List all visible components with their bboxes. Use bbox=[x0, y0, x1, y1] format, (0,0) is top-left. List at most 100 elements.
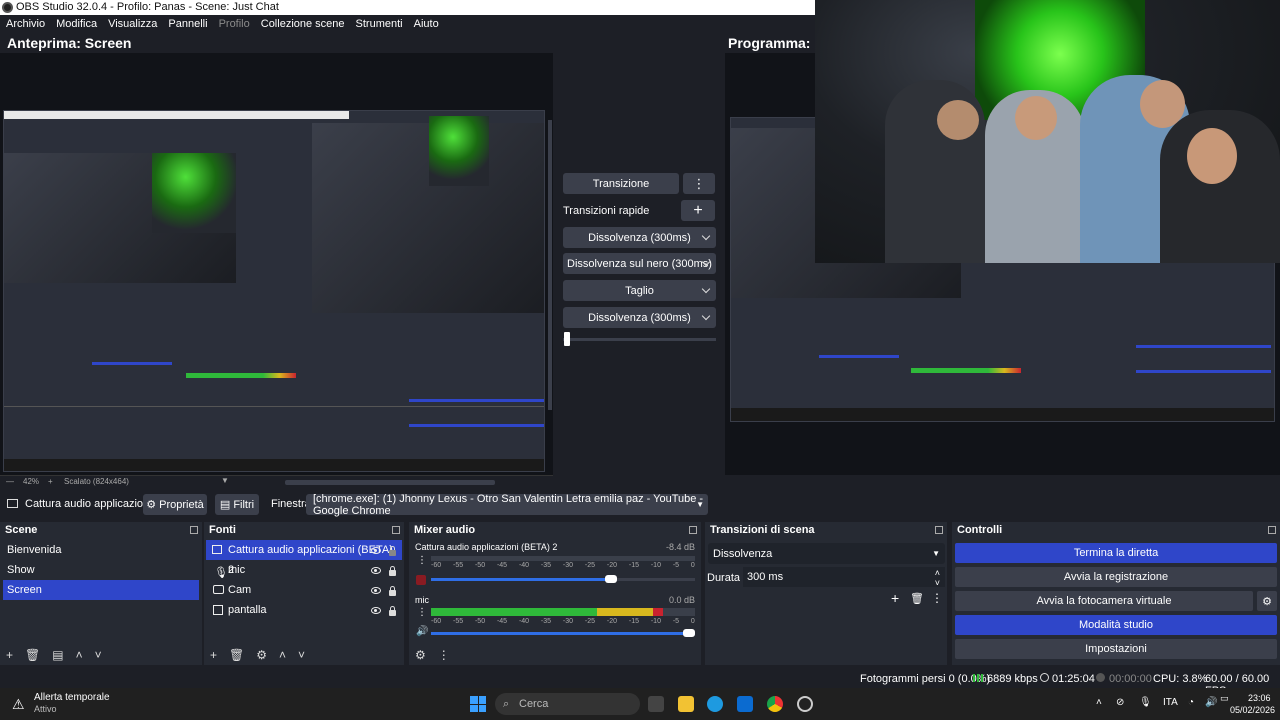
edge-icon[interactable] bbox=[707, 696, 723, 712]
gear-icon[interactable]: ⚙ bbox=[1257, 591, 1277, 611]
transition-type-select[interactable]: Dissolvenza ▼ bbox=[708, 543, 945, 564]
eye-icon[interactable] bbox=[371, 587, 381, 594]
lock-icon[interactable] bbox=[389, 546, 396, 556]
lock-icon[interactable] bbox=[389, 586, 396, 596]
duration-spinbox[interactable]: 300 ms ˄ ˅ bbox=[743, 567, 945, 588]
menu-pannelli[interactable]: Pannelli bbox=[168, 18, 207, 30]
preview-horizontal-scrollbar[interactable] bbox=[285, 480, 495, 485]
transition-slider-handle[interactable] bbox=[564, 332, 570, 346]
transition-more-icon[interactable]: ⋮ bbox=[683, 173, 715, 194]
volume-slider[interactable] bbox=[431, 629, 695, 637]
menu-visualizza[interactable]: Visualizza bbox=[108, 18, 157, 30]
add-icon[interactable]: + bbox=[891, 590, 899, 606]
source-item[interactable]: 🎙 mic bbox=[204, 560, 404, 580]
chevron-down-icon[interactable]: ˅ bbox=[298, 648, 305, 662]
zoom-percent[interactable]: 42% bbox=[23, 477, 39, 486]
store-icon[interactable] bbox=[737, 696, 753, 712]
clock-time[interactable]: 23:06 bbox=[1248, 693, 1271, 703]
volume-slider-handle[interactable] bbox=[683, 629, 695, 637]
quick-transition-1[interactable]: Dissolvenza (300ms) bbox=[563, 227, 716, 248]
eye-icon[interactable] bbox=[371, 547, 381, 554]
settings-button[interactable]: Impostazioni bbox=[955, 639, 1277, 659]
volume-icon[interactable]: 🔊 bbox=[1205, 697, 1217, 708]
dock-undock-icon[interactable] bbox=[392, 526, 400, 534]
menu-collezione-scene[interactable]: Collezione scene bbox=[261, 18, 345, 30]
gear-icon[interactable]: ⚙ bbox=[256, 648, 267, 662]
filter-icon[interactable]: ▤ bbox=[52, 648, 63, 662]
volume-slider[interactable] bbox=[431, 575, 695, 583]
scene-item-selected[interactable]: Screen bbox=[3, 580, 199, 600]
menu-strumenti[interactable]: Strumenti bbox=[356, 18, 403, 30]
kebab-menu-icon[interactable]: ⋮ bbox=[438, 648, 450, 662]
task-view-icon[interactable] bbox=[648, 696, 664, 712]
obs-taskbar-icon[interactable] bbox=[797, 696, 813, 712]
menu-archivio[interactable]: Archivio bbox=[6, 18, 45, 30]
clock-date[interactable]: 05/02/2026 bbox=[1230, 705, 1275, 715]
taskbar-search-box[interactable]: ⌕ Cerca bbox=[495, 693, 640, 715]
chevron-up-icon[interactable]: ˄ bbox=[279, 648, 286, 662]
dropdown-arrow-icon: ▼ bbox=[932, 549, 940, 558]
volume-slider-handle[interactable] bbox=[605, 575, 617, 583]
battery-icon[interactable]: ▭ bbox=[1220, 693, 1229, 704]
source-item[interactable]: pantalla bbox=[204, 600, 404, 620]
scale-label[interactable]: Scalato (824x464) bbox=[64, 477, 129, 486]
microphone-icon[interactable]: 🎙 bbox=[1139, 697, 1152, 708]
preview-canvas[interactable] bbox=[0, 53, 553, 476]
speaker-icon[interactable]: 🔊 bbox=[416, 626, 428, 637]
quick-transition-4[interactable]: Dissolvenza (300ms) bbox=[563, 307, 716, 328]
window-select[interactable]: [chrome.exe]: (1) Jhonny Lexus - Otro Sa… bbox=[306, 493, 708, 517]
weather-alert-icon[interactable]: ⚠ bbox=[12, 696, 25, 713]
source-item-selected[interactable]: Cattura audio applicazioni (BETA) 2 bbox=[206, 540, 402, 576]
eye-icon[interactable] bbox=[371, 607, 381, 614]
lock-icon[interactable] bbox=[389, 606, 396, 616]
chevron-down-icon[interactable]: ˅ bbox=[935, 573, 940, 593]
file-explorer-icon[interactable] bbox=[678, 696, 694, 712]
stop-streaming-button[interactable]: Termina la diretta bbox=[955, 543, 1277, 563]
trash-icon[interactable]: 🗑 bbox=[910, 592, 924, 605]
source-item[interactable]: Cam bbox=[204, 580, 404, 600]
chevron-up-icon[interactable]: ˄ bbox=[76, 648, 83, 662]
weather-alert-title[interactable]: Allerta temporale bbox=[34, 692, 110, 703]
filters-button[interactable]: ▤ Filtri bbox=[215, 494, 259, 515]
window-icon bbox=[212, 545, 222, 554]
lock-icon[interactable] bbox=[389, 566, 396, 576]
add-quick-transition-icon[interactable]: + bbox=[681, 200, 715, 221]
properties-button[interactable]: ⚙ Proprietà bbox=[143, 494, 207, 515]
start-virtual-camera-button[interactable]: Avvia la fotocamera virtuale bbox=[955, 591, 1253, 611]
scene-item[interactable]: Bienvenida bbox=[0, 540, 202, 560]
kebab-menu-icon[interactable]: ⋮ bbox=[417, 555, 427, 566]
menu-aiuto[interactable]: Aiuto bbox=[414, 18, 439, 30]
quick-transition-2[interactable]: Dissolvenza sul nero (300ms) bbox=[563, 253, 716, 274]
windows-start-icon[interactable] bbox=[470, 696, 486, 712]
chrome-icon[interactable] bbox=[767, 696, 783, 712]
advanced-audio-icon[interactable]: ⚙ bbox=[415, 648, 426, 662]
scene-item[interactable]: Show bbox=[0, 560, 202, 580]
kebab-menu-icon[interactable]: ⋮ bbox=[931, 591, 943, 605]
start-recording-button[interactable]: Avvia la registrazione bbox=[955, 567, 1277, 587]
meet-now-icon[interactable]: ⊘ bbox=[1116, 697, 1124, 708]
add-icon[interactable]: + bbox=[6, 648, 13, 662]
dock-undock-icon[interactable] bbox=[935, 526, 943, 534]
transition-slider[interactable] bbox=[563, 332, 716, 346]
dock-undock-icon[interactable] bbox=[1268, 526, 1276, 534]
trash-icon[interactable]: 🗑 bbox=[25, 648, 40, 662]
studio-mode-button[interactable]: Modalità studio bbox=[955, 615, 1277, 635]
dock-undock-icon[interactable] bbox=[190, 526, 198, 534]
preview-vertical-scrollbar[interactable] bbox=[548, 120, 552, 410]
menu-profilo[interactable]: Profilo bbox=[219, 18, 250, 30]
chevron-up-icon[interactable]: ˄ bbox=[1096, 697, 1102, 708]
eye-icon[interactable] bbox=[371, 567, 381, 574]
duration-label: Durata bbox=[707, 572, 741, 584]
scale-dropdown-icon[interactable]: ▼ bbox=[221, 476, 229, 485]
quick-transition-3[interactable]: Taglio bbox=[563, 280, 716, 301]
menu-modifica[interactable]: Modifica bbox=[56, 18, 97, 30]
wifi-icon[interactable]: ◔ bbox=[1188, 697, 1194, 708]
add-icon[interactable]: + bbox=[210, 648, 217, 662]
dock-undock-icon[interactable] bbox=[689, 526, 697, 534]
kebab-menu-icon[interactable]: ⋮ bbox=[417, 607, 427, 618]
transition-button[interactable]: Transizione bbox=[563, 173, 679, 194]
trash-icon[interactable]: 🗑 bbox=[229, 648, 244, 662]
language-indicator[interactable]: ITA bbox=[1163, 697, 1178, 708]
chevron-down-icon[interactable]: ˅ bbox=[95, 648, 102, 662]
mute-speaker-icon[interactable] bbox=[416, 575, 426, 585]
